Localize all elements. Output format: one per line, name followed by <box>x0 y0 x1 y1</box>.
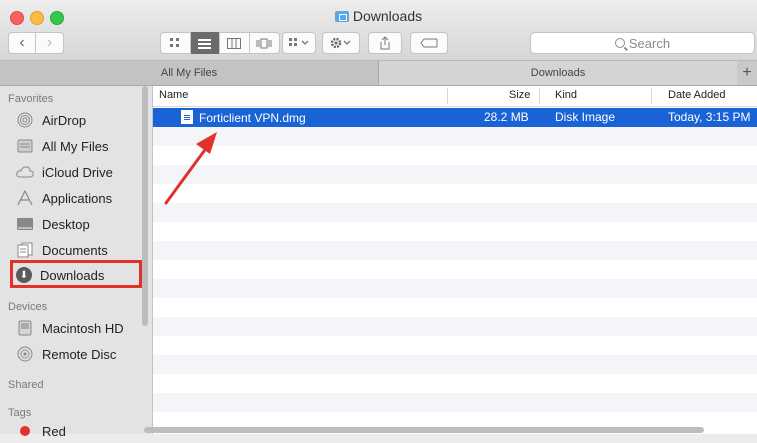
title-bar: Downloads ‹ › Search <box>0 0 757 61</box>
new-tab-button[interactable]: + <box>737 61 757 85</box>
file-kind-cell: Disk Image <box>555 110 616 124</box>
horizontal-scrollbar[interactable] <box>144 427 704 433</box>
empty-row <box>153 317 757 336</box>
empty-row <box>153 355 757 374</box>
back-button[interactable]: ‹ <box>9 32 37 54</box>
tags-button[interactable] <box>410 32 448 54</box>
sidebar-item-applications[interactable]: Applications <box>16 186 112 210</box>
column-header-size[interactable]: Size <box>509 89 530 101</box>
airdrop-icon <box>16 112 34 128</box>
empty-row <box>153 222 757 241</box>
empty-row <box>153 336 757 355</box>
document-icon <box>181 110 193 124</box>
arrange-icon <box>289 38 309 46</box>
file-size-cell: 28.2 MB <box>484 110 529 124</box>
hard-drive-icon <box>16 320 34 336</box>
column-view-button[interactable] <box>220 32 250 54</box>
forward-button[interactable]: › <box>36 32 63 54</box>
empty-row <box>153 184 757 203</box>
desktop-icon <box>16 216 34 232</box>
sidebar-item-documents[interactable]: Documents <box>16 238 108 262</box>
sidebar-item-macintosh-hd[interactable]: Macintosh HD <box>16 316 124 340</box>
file-date-cell: Today, 3:15 PM <box>668 110 751 124</box>
gear-icon <box>330 37 351 49</box>
disc-icon <box>16 346 34 362</box>
cover-flow-button[interactable] <box>250 32 279 54</box>
tab-bar: All My Files Downloads + <box>0 61 757 86</box>
action-button[interactable] <box>322 32 360 54</box>
list-view-icon <box>198 38 212 49</box>
annotation-highlight-box <box>10 260 142 288</box>
window-title: Downloads <box>0 8 757 24</box>
search-icon <box>614 38 625 48</box>
file-list: Name Size Kind Date Added Forticlient VP… <box>153 86 757 434</box>
shared-header: Shared <box>8 379 44 391</box>
folder-icon <box>334 11 349 22</box>
back-forward-control: ‹ › <box>8 32 64 54</box>
empty-row <box>153 374 757 393</box>
column-divider <box>651 88 652 104</box>
sidebar: Favorites AirDrop All My Files iCloud Dr… <box>0 86 153 439</box>
icon-view-button[interactable] <box>161 32 191 54</box>
sidebar-item-desktop[interactable]: Desktop <box>16 212 90 236</box>
empty-row <box>153 146 757 165</box>
share-icon <box>380 36 390 50</box>
empty-row <box>153 298 757 317</box>
tab-downloads[interactable]: Downloads <box>378 61 737 85</box>
arrange-button[interactable] <box>282 32 316 54</box>
empty-row <box>153 241 757 260</box>
sidebar-item-icloud-drive[interactable]: iCloud Drive <box>16 160 113 184</box>
sidebar-scrollbar[interactable] <box>142 86 148 326</box>
column-divider <box>447 88 448 104</box>
sidebar-item-tag-red[interactable]: Red <box>16 419 66 443</box>
sidebar-item-airdrop[interactable]: AirDrop <box>16 108 86 132</box>
favorites-header: Favorites <box>8 93 54 105</box>
view-mode-control <box>160 32 280 54</box>
column-headers: Name Size Kind Date Added <box>153 86 757 107</box>
column-header-date-added[interactable]: Date Added <box>668 89 726 101</box>
tags-header: Tags <box>8 407 32 419</box>
column-header-kind[interactable]: Kind <box>555 89 577 101</box>
sidebar-item-all-my-files[interactable]: All My Files <box>16 134 108 158</box>
empty-row <box>153 127 757 146</box>
cover-flow-icon <box>256 38 272 48</box>
devices-header: Devices <box>8 301 48 313</box>
search-field[interactable]: Search <box>530 32 755 54</box>
applications-icon <box>16 190 34 206</box>
empty-row <box>153 393 757 412</box>
sidebar-item-remote-disc[interactable]: Remote Disc <box>16 342 116 366</box>
column-view-icon <box>227 37 242 49</box>
share-button[interactable] <box>368 32 402 54</box>
table-row[interactable]: Forticlient VPN.dmg 28.2 MB Disk Image T… <box>153 108 757 127</box>
cloud-icon <box>16 164 34 180</box>
tag-icon <box>420 38 438 48</box>
documents-icon <box>16 242 34 258</box>
all-files-icon <box>16 138 34 154</box>
empty-row <box>153 203 757 222</box>
icon-view-icon <box>170 38 180 47</box>
empty-row <box>153 165 757 184</box>
red-tag-dot-icon <box>16 423 34 439</box>
empty-row <box>153 279 757 298</box>
tab-all-my-files[interactable]: All My Files <box>0 61 378 85</box>
column-header-name[interactable]: Name <box>159 89 188 101</box>
empty-row <box>153 260 757 279</box>
file-name-cell: Forticlient VPN.dmg <box>181 110 306 125</box>
column-divider <box>539 88 540 104</box>
list-view-button[interactable] <box>190 32 220 54</box>
